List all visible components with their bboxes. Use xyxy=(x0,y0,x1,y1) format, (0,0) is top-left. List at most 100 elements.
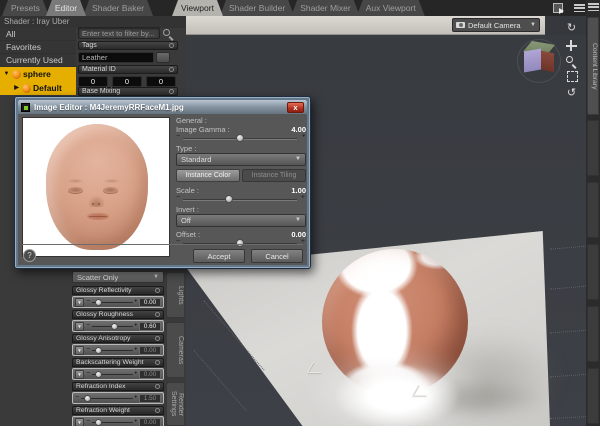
param-value[interactable]: 0.00 xyxy=(139,417,161,426)
reset-view-icon[interactable]: ↺ xyxy=(564,87,579,101)
material-id-field[interactable]: 0 xyxy=(146,76,176,87)
slider-track[interactable] xyxy=(81,394,133,403)
slider-track[interactable] xyxy=(92,346,133,355)
increment-icon[interactable]: • xyxy=(135,369,137,379)
slider-handle[interactable] xyxy=(110,322,118,330)
dock-tab-collapsed[interactable] xyxy=(587,306,599,362)
dock-tab-collapsed[interactable] xyxy=(587,244,599,300)
slider-handle[interactable] xyxy=(95,346,103,354)
increment-icon[interactable]: • xyxy=(135,393,137,403)
pane-tab-cameras[interactable]: Cameras xyxy=(166,322,184,378)
tab-shader-mixer[interactable]: Shader Mixer xyxy=(291,0,360,16)
parameter-knob-icon[interactable] xyxy=(155,336,160,341)
frame-tool-icon[interactable] xyxy=(564,71,579,85)
param-options-button[interactable]: ▼ xyxy=(75,369,84,379)
parameter-knob-icon[interactable] xyxy=(155,360,160,365)
parameter-knob-icon[interactable] xyxy=(169,67,174,72)
slider-handle[interactable] xyxy=(95,370,103,378)
pane-tab-render-settings[interactable]: Render Settings xyxy=(166,382,184,426)
decrement-icon[interactable]: − xyxy=(75,393,79,403)
slider-track[interactable] xyxy=(92,298,133,307)
tab-editor[interactable]: Editor xyxy=(46,0,86,16)
instance-tiling-tab[interactable]: Instance Tiling xyxy=(242,169,306,182)
tree-item-default[interactable]: ▶ Default xyxy=(0,81,76,95)
material-id-field[interactable]: 0 xyxy=(112,76,142,87)
increment-icon[interactable]: • xyxy=(135,345,137,355)
scale-slider[interactable]: − + xyxy=(176,194,306,205)
increment-icon[interactable]: • xyxy=(135,417,137,426)
increment-icon[interactable]: • xyxy=(303,133,305,140)
slider-track[interactable] xyxy=(92,370,133,379)
increment-icon[interactable]: + xyxy=(301,194,305,201)
expander-open-icon[interactable]: ▼ xyxy=(3,67,10,81)
param-value[interactable]: 1.50 xyxy=(139,393,161,403)
accept-button[interactable]: Accept xyxy=(193,249,245,263)
parameter-knob-icon[interactable] xyxy=(155,408,160,413)
tab-presets[interactable]: Presets xyxy=(2,0,49,16)
parameter-knob-icon[interactable] xyxy=(169,89,174,94)
pane-tab-lights[interactable]: Lights xyxy=(166,272,184,318)
tab-viewport[interactable]: Viewport xyxy=(172,0,223,16)
search-icon[interactable] xyxy=(163,29,170,36)
tab-shader-builder[interactable]: Shader Builder xyxy=(220,0,294,16)
sidebar-item-favorites[interactable]: Favorites xyxy=(0,41,76,54)
image-gamma-slider[interactable]: − • xyxy=(176,133,306,144)
expander-closed-icon[interactable]: ▶ xyxy=(13,81,20,95)
slider-track[interactable] xyxy=(92,322,133,331)
tab-shader-baker[interactable]: Shader Baker xyxy=(83,0,153,16)
camera-selector-dropdown[interactable]: Default Camera ▼ xyxy=(452,18,540,32)
parameter-knob-icon[interactable] xyxy=(169,43,174,48)
dock-tab-collapsed[interactable] xyxy=(587,368,599,424)
param-options-button[interactable]: ▼ xyxy=(75,345,84,355)
sidebar-item-all[interactable]: All xyxy=(0,28,76,41)
decrement-icon[interactable]: − xyxy=(86,345,90,355)
param-value[interactable]: 0.60 xyxy=(139,321,161,331)
param-options-button[interactable]: ▼ xyxy=(75,297,84,307)
decrement-icon[interactable]: − xyxy=(176,133,180,140)
cancel-button[interactable]: Cancel xyxy=(251,249,303,263)
mixing-mode-dropdown[interactable]: Scatter Only ▼ xyxy=(72,271,164,283)
pan-tool-icon[interactable] xyxy=(564,39,579,53)
param-value[interactable]: 0.00 xyxy=(139,345,161,355)
search-input[interactable] xyxy=(78,27,160,39)
decrement-icon[interactable]: − xyxy=(86,297,90,307)
dock-tab-collapsed[interactable] xyxy=(587,120,599,176)
tree-item-sphere[interactable]: ▼ sphere xyxy=(0,67,76,81)
node-selection-tool-icon[interactable] xyxy=(553,3,564,14)
invert-dropdown[interactable]: Off ▼ xyxy=(176,214,306,227)
dock-tab-collapsed[interactable] xyxy=(587,182,599,238)
decrement-icon[interactable]: − xyxy=(86,417,90,426)
tag-edit-button[interactable] xyxy=(156,52,170,63)
dock-menu-icon[interactable] xyxy=(588,3,599,11)
view-cube-side-face[interactable] xyxy=(541,50,554,73)
instance-color-tab[interactable]: Instance Color xyxy=(176,169,240,182)
slider-handle[interactable] xyxy=(83,394,91,402)
parameter-knob-icon[interactable] xyxy=(155,288,160,293)
param-options-button[interactable]: ▼ xyxy=(75,321,84,331)
view-cube-front-face[interactable] xyxy=(524,48,541,73)
param-options-button[interactable]: ▼ xyxy=(75,417,84,426)
slider-handle[interactable] xyxy=(235,134,244,142)
zoom-tool-icon[interactable] xyxy=(564,55,579,69)
slider-handle[interactable] xyxy=(235,239,244,247)
decrement-icon[interactable]: − xyxy=(176,194,180,201)
increment-icon[interactable]: • xyxy=(135,321,137,331)
tab-aux-viewport[interactable]: Aux Viewport xyxy=(357,0,425,16)
slider-handle[interactable] xyxy=(225,195,234,203)
view-cube[interactable] xyxy=(517,39,561,83)
tags-value-field[interactable]: Leather xyxy=(78,52,154,63)
dock-tab-content-library[interactable]: Content Library xyxy=(587,17,599,115)
type-dropdown[interactable]: Standard ▼ xyxy=(176,153,306,166)
sidebar-item-currently-used[interactable]: Currently Used xyxy=(0,54,76,67)
decrement-icon[interactable]: − xyxy=(86,369,90,379)
parameter-knob-icon[interactable] xyxy=(155,312,160,317)
parameter-knob-icon[interactable] xyxy=(155,384,160,389)
orbit-tool-icon[interactable]: ↻ xyxy=(564,22,579,36)
close-icon[interactable]: x xyxy=(287,101,304,113)
slider-handle[interactable] xyxy=(95,418,103,426)
help-icon[interactable]: ? xyxy=(23,249,36,262)
slider-track[interactable] xyxy=(92,418,133,426)
slider-handle[interactable] xyxy=(95,298,103,306)
increment-icon[interactable]: • xyxy=(135,297,137,307)
decrement-icon[interactable]: − xyxy=(86,321,90,331)
